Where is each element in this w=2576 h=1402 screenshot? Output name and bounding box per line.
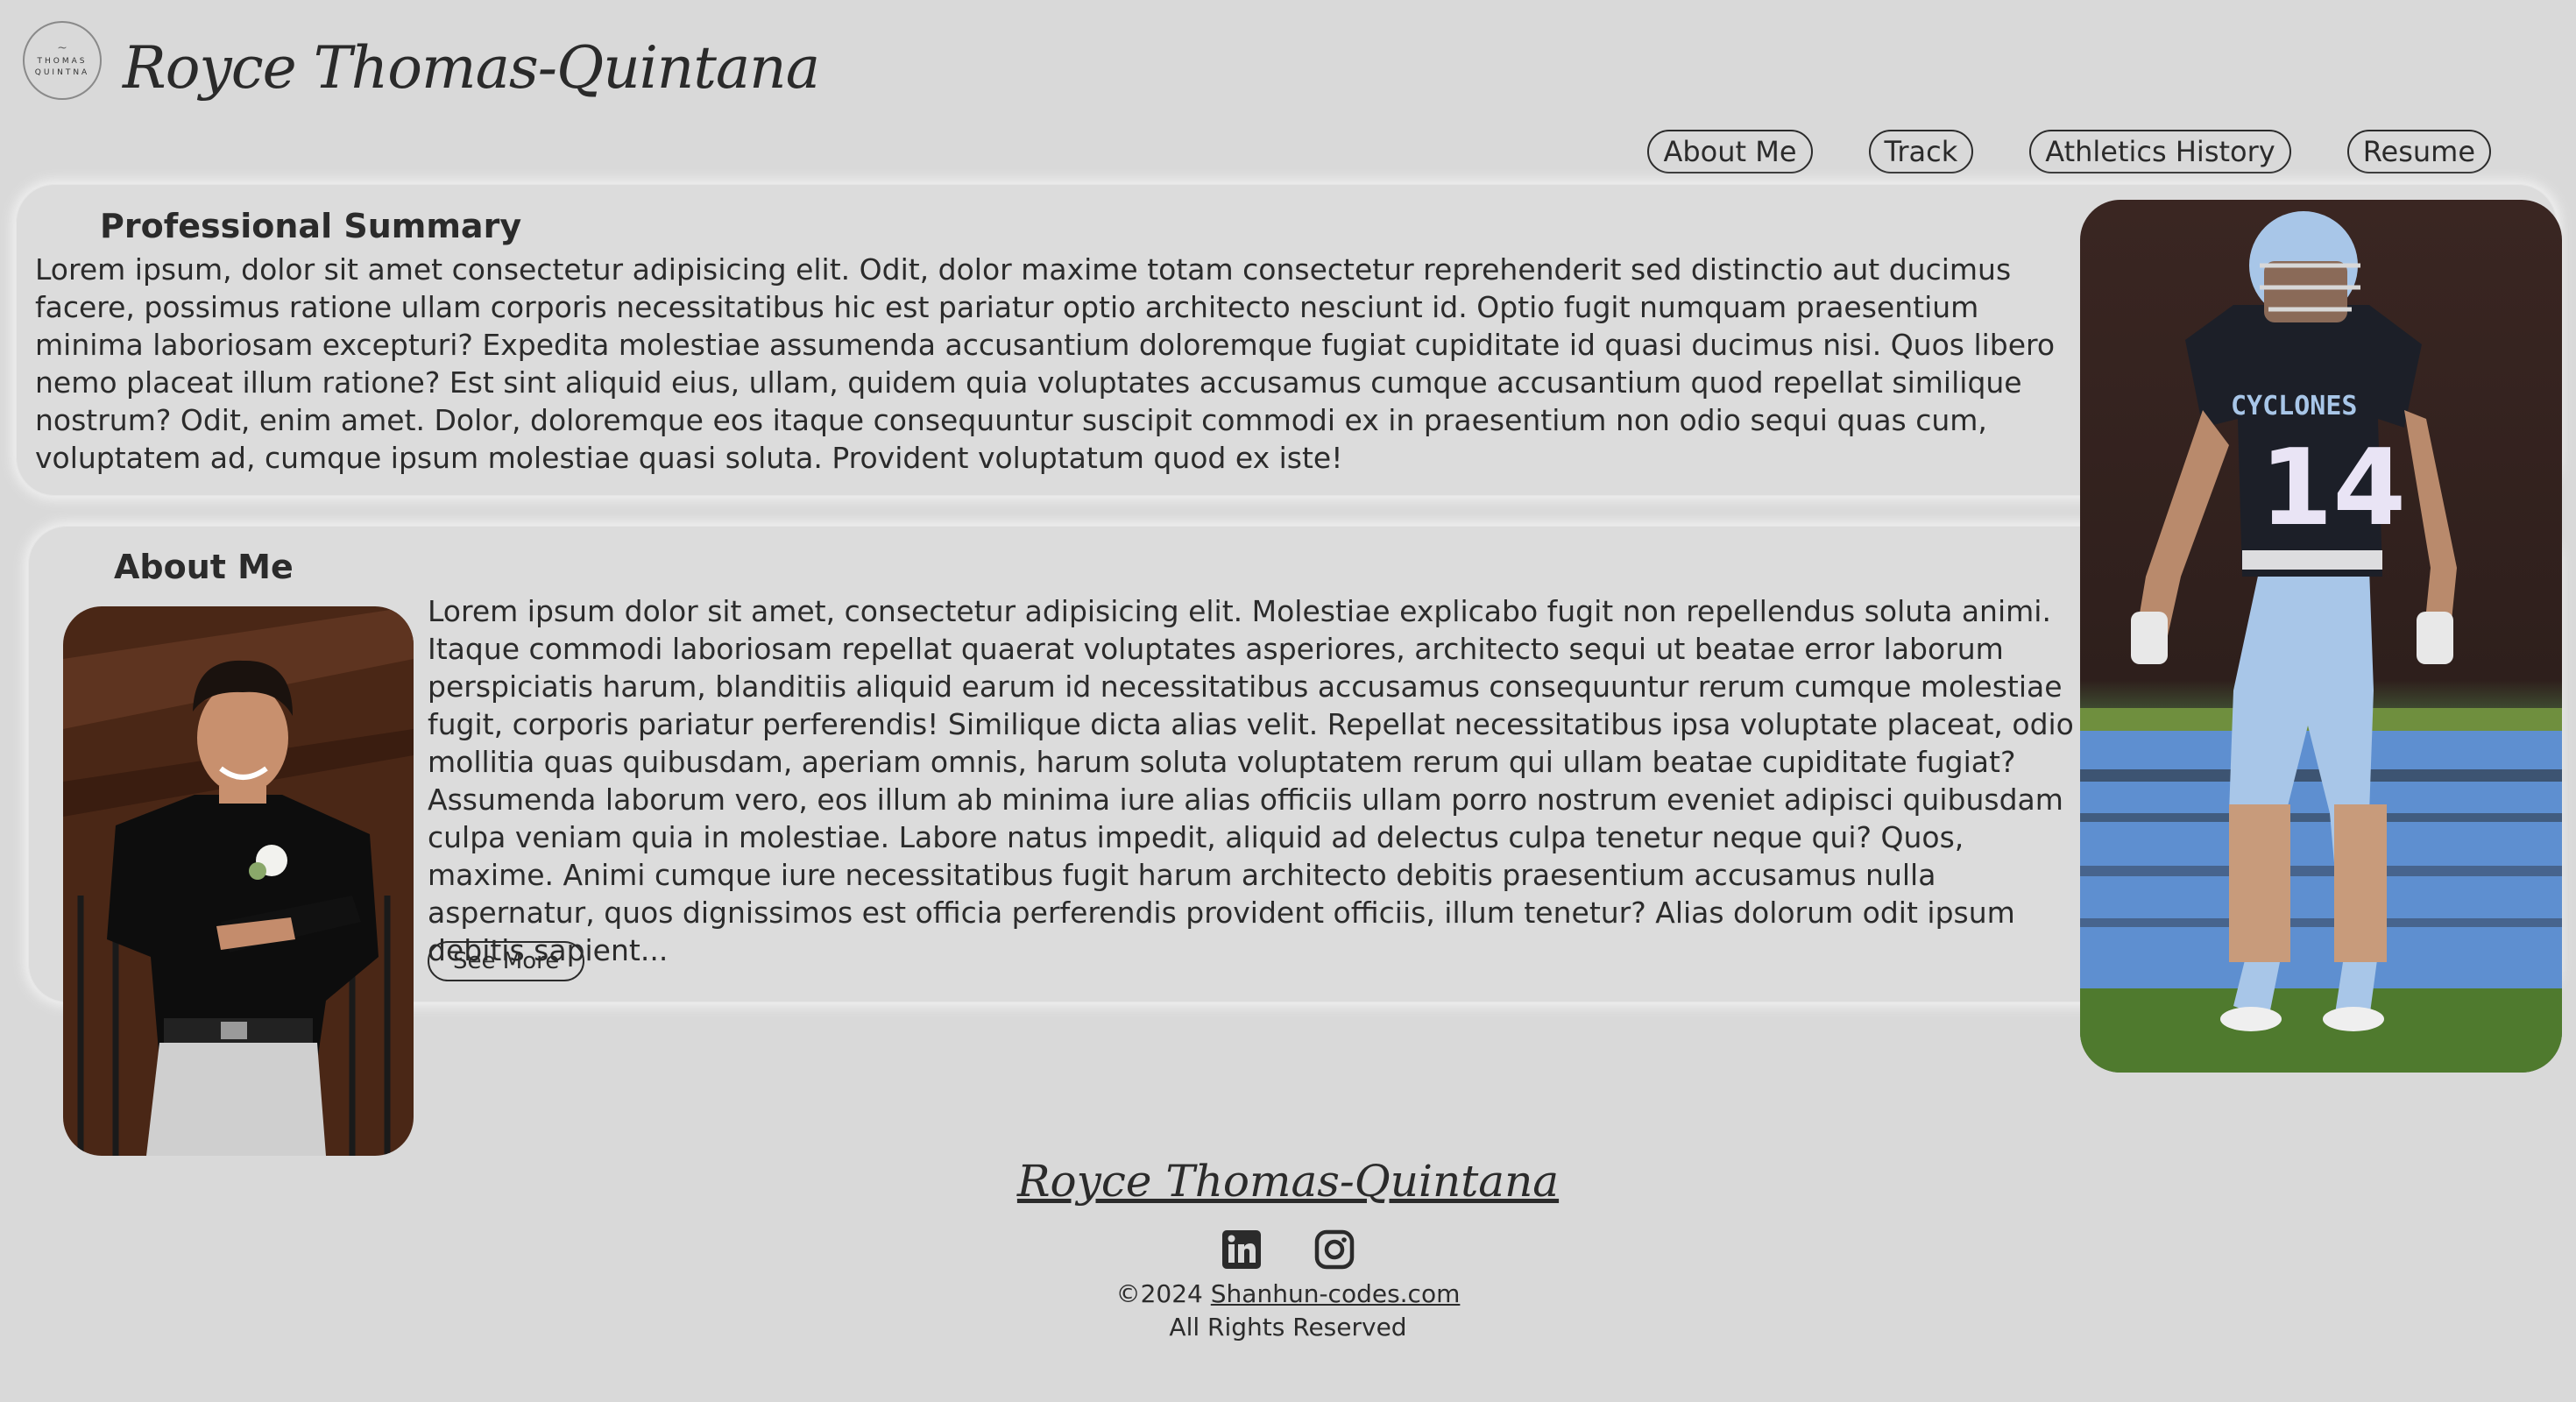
copyright-link[interactable]: Shanhun-codes.com [1211,1279,1461,1308]
nav-about-me-button[interactable]: About Me [1647,130,1813,173]
linkedin-icon[interactable] [1221,1229,1262,1270]
professional-summary-title: Professional Summary [100,207,522,245]
athlete-photo: CYCLONES 14 [2080,200,2562,1073]
social-links [1221,1229,1355,1270]
copyright-prefix: ©2024 [1115,1279,1211,1308]
see-more-button[interactable]: See More [428,941,585,981]
rights-reserved: All Rights Reserved [1169,1313,1407,1342]
logo-text-line2: QUINTNA [34,67,90,77]
logo-signature: ~ [57,40,67,55]
nav-athletics-history-button[interactable]: Athletics History [2029,130,2291,173]
jersey-number: 14 [2260,428,2406,549]
nav-resume-button[interactable]: Resume [2346,130,2491,173]
jersey-text: CYCLONES [2231,391,2358,421]
instagram-icon[interactable] [1314,1229,1355,1270]
professional-summary-text: Lorem ipsum, dolor sit amet consectetur … [35,252,2056,475]
about-me-text: Lorem ipsum dolor sit amet, consectetur … [428,594,2074,967]
site-title: Royce Thomas-Quintana [123,34,820,102]
about-me-title: About Me [114,548,294,586]
portrait-photo [63,606,414,1156]
main-nav: About Me Track Athletics History Resume [1647,130,2491,173]
nav-track-button[interactable]: Track [1868,130,1974,173]
logo-text-line1: THOMAS [37,56,88,66]
site-logo[interactable]: ~ THOMAS QUINTNA [23,21,102,100]
footer-name[interactable]: Royce Thomas-Quintana [0,1153,2576,1209]
copyright-line: ©2024 Shanhun-codes.com [0,1278,2576,1311]
